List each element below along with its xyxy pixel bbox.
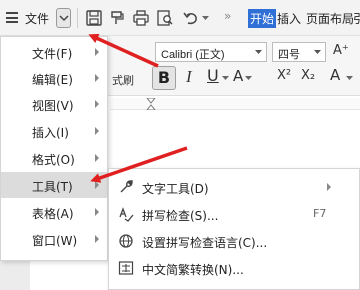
submenu-item-chinese-conversion[interactable]: 中文简繁转换(N)...: [109, 255, 359, 281]
subscript-button[interactable]: X₂: [301, 68, 315, 83]
menu-item-format[interactable]: 格式(O): [1, 145, 107, 171]
tab-page-layout[interactable]: 页面布局: [306, 10, 354, 27]
grow-font-button[interactable]: A⁺: [333, 43, 349, 58]
more-commands-icon[interactable]: »: [224, 9, 231, 23]
menu-item-label: 表格(A): [32, 207, 74, 221]
italic-button[interactable]: I: [186, 67, 192, 87]
chevron-right-icon: [95, 127, 99, 135]
submenu-item-text-tools[interactable]: 文字工具(D): [109, 174, 359, 200]
chevron-down-icon: [314, 50, 321, 54]
submenu-item-label: 设置拼写检查语言(C)...: [142, 236, 268, 250]
font-size-select[interactable]: 四号: [272, 42, 326, 62]
submenu-item-label: 文字工具(D): [142, 182, 209, 196]
menu-hamburger-icon[interactable]: [6, 12, 18, 23]
chevron-right-icon: [95, 235, 99, 243]
tab-home[interactable]: 开始: [248, 9, 277, 28]
font-color-button[interactable]: A: [330, 66, 340, 84]
chevron-right-icon: [95, 74, 99, 82]
bold-button[interactable]: B: [152, 66, 176, 90]
spellcheck-icon: [119, 207, 134, 222]
chevron-right-icon: [95, 181, 99, 189]
font-color-dropdown-icon[interactable]: [346, 76, 353, 81]
globe-icon: [119, 234, 133, 248]
print-icon[interactable]: [132, 9, 150, 27]
underline-button[interactable]: U: [207, 66, 219, 85]
undo-dropdown-icon[interactable]: [202, 16, 209, 21]
submenu-item-spell-language[interactable]: 设置拼写检查语言(C)...: [109, 228, 359, 254]
chevron-right-icon: [95, 48, 99, 56]
font-size-value: 四号: [278, 48, 300, 61]
menu-item-table[interactable]: 表格(A): [1, 199, 107, 225]
chevron-right-icon: [95, 100, 99, 108]
chevron-down-icon: [59, 15, 69, 22]
menu-item-label: 格式(O): [32, 153, 75, 167]
menu-item-window[interactable]: 窗口(W): [1, 226, 107, 252]
menu-item-edit[interactable]: 编辑(E): [1, 65, 107, 91]
menu-item-label: 插入(I): [32, 126, 69, 140]
file-menu-button[interactable]: 文件: [25, 10, 49, 27]
menu-item-label: 窗口(W): [32, 234, 78, 248]
chevron-right-icon: [327, 183, 331, 191]
submenu-item-label: 中文简繁转换(N)...: [142, 263, 244, 277]
chevron-right-icon: [95, 208, 99, 216]
chevron-right-icon: [95, 154, 99, 162]
format-painter-icon[interactable]: [108, 9, 126, 27]
format-brush-label[interactable]: 式刷: [112, 72, 134, 88]
horizontal-ruler: [110, 98, 360, 110]
submenu-item-label: 拼写检查(S)...: [142, 209, 219, 223]
shortcut-label: F7: [313, 207, 327, 220]
quick-access-toolbar: 文件 » 开始 插入 页面布局 引: [0, 0, 360, 36]
strikethrough-dropdown-icon[interactable]: [245, 76, 252, 81]
tab-insert[interactable]: 插入: [277, 10, 301, 27]
submenu-item-spell-check[interactable]: 拼写检查(S)... F7: [109, 201, 359, 227]
underline-dropdown-icon[interactable]: [222, 76, 229, 81]
menu-item-file[interactable]: 文件(F): [1, 39, 107, 65]
menu-item-view[interactable]: 视图(V): [1, 91, 107, 117]
menu-item-label: 视图(V): [32, 99, 74, 113]
menu-item-insert[interactable]: 插入(I): [1, 118, 107, 144]
indent-marker-icon[interactable]: [146, 98, 156, 110]
menu-item-label: 编辑(E): [32, 73, 73, 87]
save-icon[interactable]: [85, 9, 103, 27]
font-name-value: Calibri (正文): [161, 49, 225, 61]
convert-icon: [118, 261, 134, 275]
undo-icon[interactable]: [182, 9, 200, 27]
superscript-button[interactable]: X²: [277, 68, 291, 83]
font-name-select[interactable]: Calibri (正文): [155, 42, 267, 62]
menu-item-label: 工具(T): [32, 180, 73, 194]
menu-item-label: 文件(F): [32, 47, 73, 61]
tab-references[interactable]: 引: [353, 10, 360, 27]
file-dropdown-menu: 文件(F) 编辑(E) 视图(V) 插入(I) 格式(O) 工具(T) 表格(A…: [0, 36, 108, 261]
strikethrough-button[interactable]: A: [233, 67, 243, 85]
print-preview-icon[interactable]: [156, 9, 174, 27]
tools-submenu: 文字工具(D) 拼写检查(S)... F7 设置拼写检查语言(C)... 中文简…: [108, 168, 360, 290]
chevron-down-icon: [255, 50, 262, 54]
menu-item-tools[interactable]: 工具(T): [1, 172, 107, 198]
file-dropdown-toggle[interactable]: [56, 8, 71, 28]
wrench-icon: [120, 180, 133, 193]
